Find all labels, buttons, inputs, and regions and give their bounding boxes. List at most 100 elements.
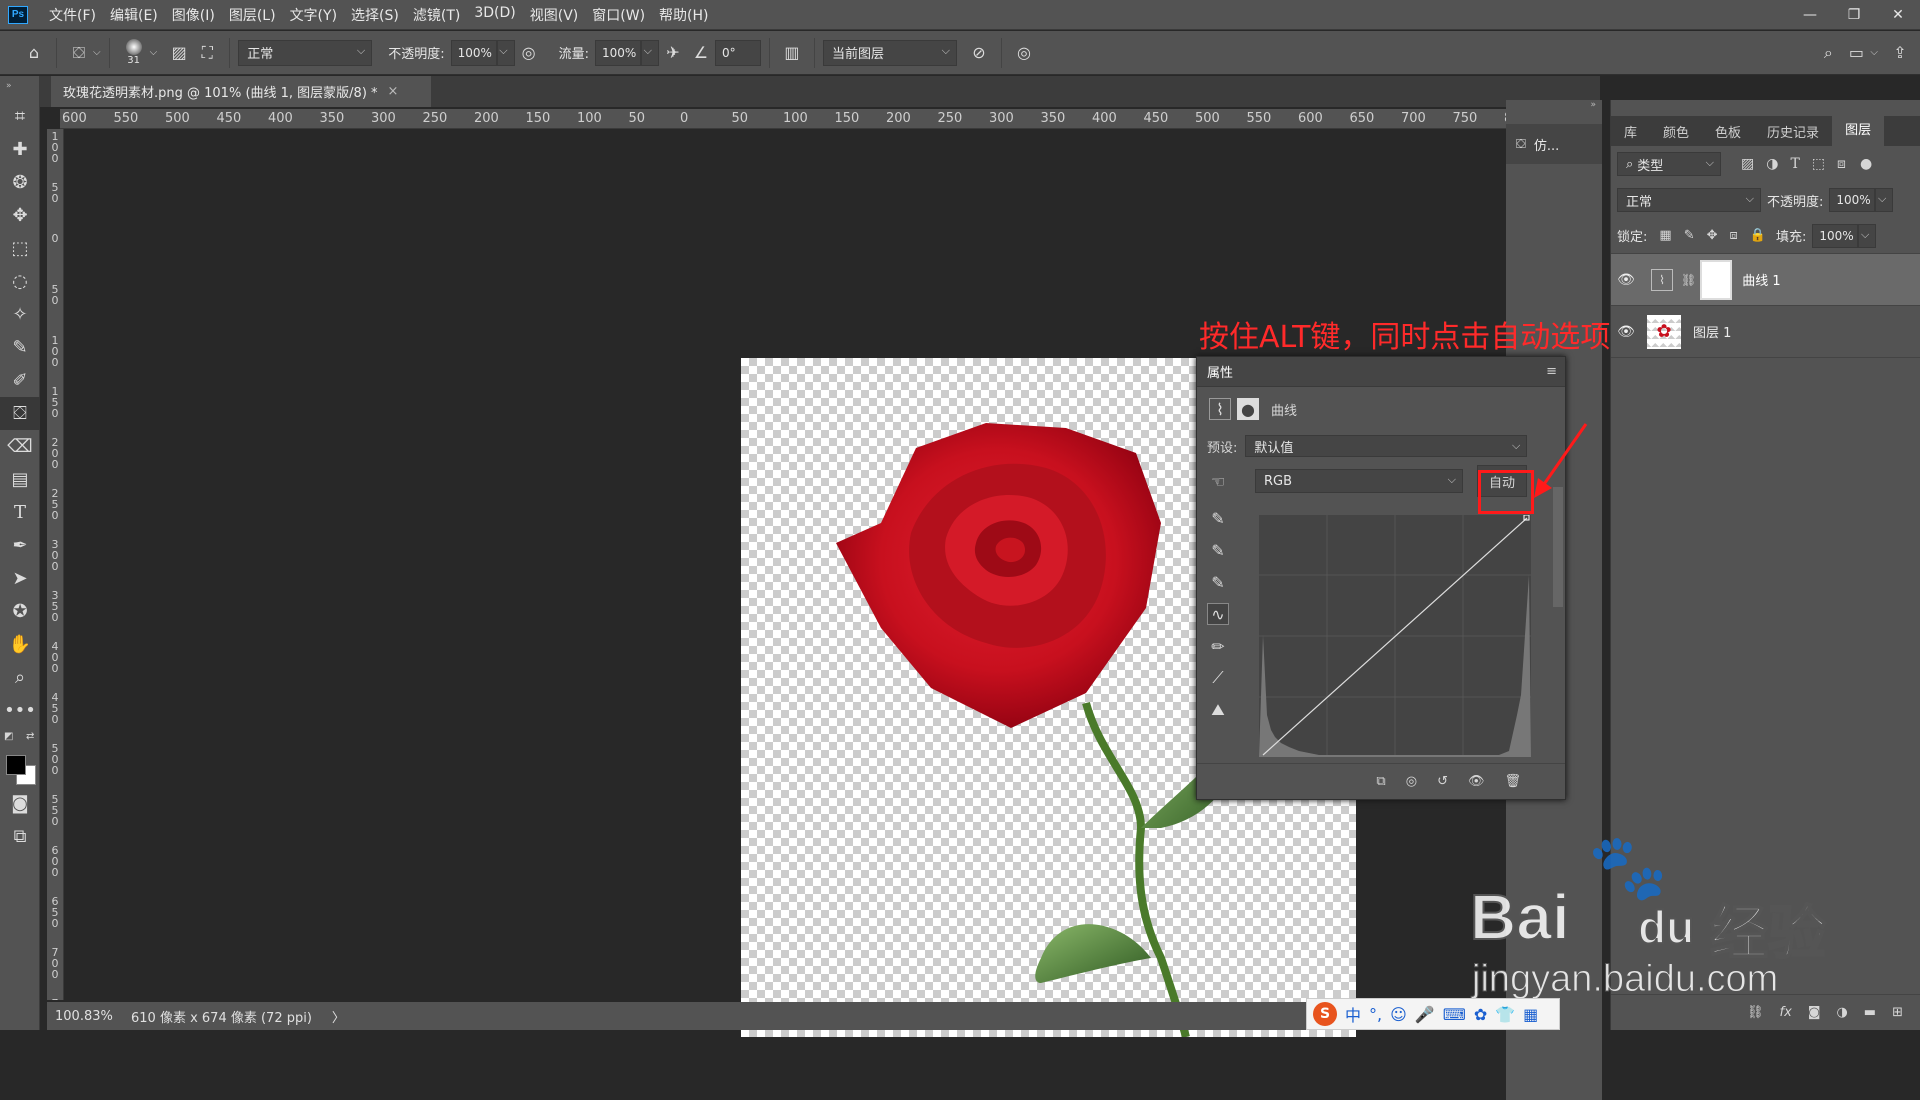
visibility-eye-icon[interactable]: 👁: [1611, 272, 1641, 288]
ime-keyboard-icon[interactable]: ⌨: [1443, 1005, 1466, 1024]
mask-link-icon[interactable]: ⛓: [1681, 273, 1696, 287]
clone-stamp-tool-icon[interactable]: ⛋: [0, 397, 40, 430]
eraser-tool-icon[interactable]: ⌫: [0, 430, 40, 463]
status-menu-arrow[interactable]: 〉: [332, 1007, 345, 1026]
white-point-eyedropper-icon[interactable]: ✎: [1207, 571, 1229, 593]
brush-settings-icon[interactable]: ▨: [165, 39, 193, 67]
menu-edit[interactable]: 编辑(E): [110, 5, 158, 25]
more-tools-icon[interactable]: •••: [0, 694, 40, 727]
close-tab-icon[interactable]: ×: [388, 84, 399, 99]
reset-icon[interactable]: ↺: [1437, 774, 1448, 789]
filter-smart-object-icon[interactable]: ⧈: [1837, 156, 1846, 172]
sample-select[interactable]: 当前图层: [822, 39, 957, 66]
lock-artboard-icon[interactable]: ⧈: [1730, 228, 1738, 243]
sponge-tool-icon[interactable]: ❂: [0, 166, 40, 199]
filter-adjustment-icon[interactable]: ◑: [1766, 156, 1778, 172]
fill-dropdown[interactable]: [1858, 223, 1877, 248]
ime-shirt-icon[interactable]: 👕: [1495, 1005, 1515, 1024]
angle-input[interactable]: 0°: [714, 39, 761, 66]
channel-select[interactable]: RGB: [1255, 469, 1463, 493]
ime-menu-icon[interactable]: ▦: [1523, 1005, 1538, 1024]
curve-edit-icon[interactable]: ∿: [1207, 603, 1229, 625]
menu-3d[interactable]: 3D(D): [474, 5, 515, 25]
healing-brush-tool-icon[interactable]: ✚: [0, 133, 40, 166]
ignore-adjustment-icon[interactable]: ⊘: [965, 39, 993, 67]
quick-mask-icon[interactable]: ◙: [0, 787, 40, 820]
smooth-curve-icon[interactable]: ⟋: [1207, 667, 1229, 689]
clipping-warning-icon[interactable]: ⛰: [1207, 699, 1229, 721]
visibility-eye-icon[interactable]: 👁: [1611, 324, 1641, 340]
lock-image-icon[interactable]: ✎: [1684, 228, 1695, 243]
document-tab[interactable]: 玫瑰花透明素材.png @ 101% (曲线 1, 图层蒙版/8) * ×: [51, 76, 431, 107]
toggle-visibility-icon[interactable]: 👁: [1468, 774, 1485, 789]
ime-toolbar[interactable]: S 中 °, ☺ 🎤 ⌨ ✿ 👕 ▦: [1306, 998, 1560, 1030]
menu-filter[interactable]: 滤镜(T): [413, 5, 460, 25]
color-swatches[interactable]: ◩ ⇄: [0, 727, 39, 787]
restore-button[interactable]: ❐: [1832, 0, 1876, 30]
ime-voice-icon[interactable]: 🎤: [1415, 1005, 1435, 1024]
menu-select[interactable]: 选择(S): [351, 5, 399, 25]
filter-pixel-icon[interactable]: ▨: [1741, 156, 1754, 172]
black-point-eyedropper-icon[interactable]: ✎: [1207, 507, 1229, 529]
move-tool-icon[interactable]: ✥: [0, 199, 40, 232]
view-previous-icon[interactable]: ◎: [1406, 774, 1417, 789]
layer-row-layer1[interactable]: 👁 ✿ 图层 1: [1611, 306, 1920, 358]
menu-window[interactable]: 窗口(W): [592, 5, 645, 25]
foreground-color-swatch[interactable]: [6, 755, 26, 775]
filter-type-icon[interactable]: T: [1790, 156, 1799, 172]
preset-select[interactable]: 默认值: [1245, 435, 1528, 457]
flow-dropdown[interactable]: [640, 39, 659, 66]
mask-icon[interactable]: ●: [1237, 398, 1259, 420]
pressure-size-icon[interactable]: ◎: [1010, 39, 1038, 67]
layer-opacity-input[interactable]: 100%: [1829, 188, 1876, 212]
custom-shape-tool-icon[interactable]: ✪: [0, 595, 40, 628]
menu-type[interactable]: 文字(Y): [290, 5, 337, 25]
close-button[interactable]: ✕: [1876, 0, 1920, 30]
tab-color[interactable]: 颜色: [1650, 122, 1702, 141]
layer-opacity-dropdown[interactable]: [1875, 188, 1894, 212]
pen-tool-icon[interactable]: ✒: [0, 529, 40, 562]
lock-all-icon[interactable]: 🔒: [1750, 228, 1766, 243]
hand-tool-icon[interactable]: ✋: [0, 628, 40, 661]
aligned-icon[interactable]: ▥: [778, 39, 806, 67]
curves-graph[interactable]: [1259, 515, 1531, 757]
tab-swatches[interactable]: 色板: [1702, 122, 1754, 141]
tab-layers[interactable]: 图层: [1832, 116, 1885, 146]
delete-adjustment-icon[interactable]: 🗑: [1504, 774, 1521, 789]
menu-help[interactable]: 帮助(H): [659, 5, 708, 25]
fill-input[interactable]: 100%: [1812, 223, 1859, 248]
workspace-icon[interactable]: ▭: [1842, 39, 1870, 67]
layer-style-icon[interactable]: fx: [1780, 1005, 1792, 1020]
new-adjustment-icon[interactable]: ◑: [1836, 1005, 1847, 1020]
clone-stamp-preset-icon[interactable]: ⛋: [65, 39, 93, 67]
search-icon[interactable]: ⌕: [1814, 39, 1842, 67]
menu-view[interactable]: 视图(V): [530, 5, 579, 25]
pressure-opacity-icon[interactable]: ◎: [515, 39, 543, 67]
layer-filter-select[interactable]: ⌕ 类型: [1617, 152, 1721, 176]
clip-to-layer-icon[interactable]: ⧉: [1376, 774, 1385, 789]
menu-layer[interactable]: 图层(L): [229, 5, 276, 25]
add-mask-icon[interactable]: ◙: [1808, 1005, 1821, 1020]
crop-tool-icon[interactable]: ⌗: [0, 100, 40, 133]
flow-input[interactable]: 100%: [594, 39, 641, 66]
new-group-icon[interactable]: ▬: [1864, 1005, 1876, 1020]
gradient-tool-icon[interactable]: ▤: [0, 463, 40, 496]
lock-position-icon[interactable]: ✥: [1707, 228, 1718, 243]
share-icon[interactable]: ⇪: [1886, 39, 1914, 67]
dock-expand-icon[interactable]: »: [1506, 100, 1602, 124]
filter-shape-icon[interactable]: ⬚: [1812, 156, 1825, 172]
zoom-tool-icon[interactable]: ⌕: [0, 661, 40, 694]
tab-history[interactable]: 历史记录: [1754, 122, 1832, 141]
layer-mask-thumb[interactable]: [1700, 259, 1733, 300]
opacity-input[interactable]: 100%: [450, 39, 497, 66]
magic-wand-tool-icon[interactable]: ✧: [0, 298, 40, 331]
clone-source-icon[interactable]: ⛶: [193, 39, 221, 67]
brush-size-picker[interactable]: 31: [118, 35, 150, 71]
screen-mode-icon[interactable]: ⧉: [0, 820, 40, 853]
pencil-draw-icon[interactable]: ✏: [1207, 635, 1229, 657]
target-adjust-icon[interactable]: ☜: [1207, 470, 1229, 492]
panel-scrollbar[interactable]: [1553, 487, 1563, 607]
lasso-tool-icon[interactable]: ◌: [0, 265, 40, 298]
airbrush-icon[interactable]: ✈: [659, 39, 687, 67]
ime-emoji-icon[interactable]: ☺: [1390, 1005, 1407, 1024]
